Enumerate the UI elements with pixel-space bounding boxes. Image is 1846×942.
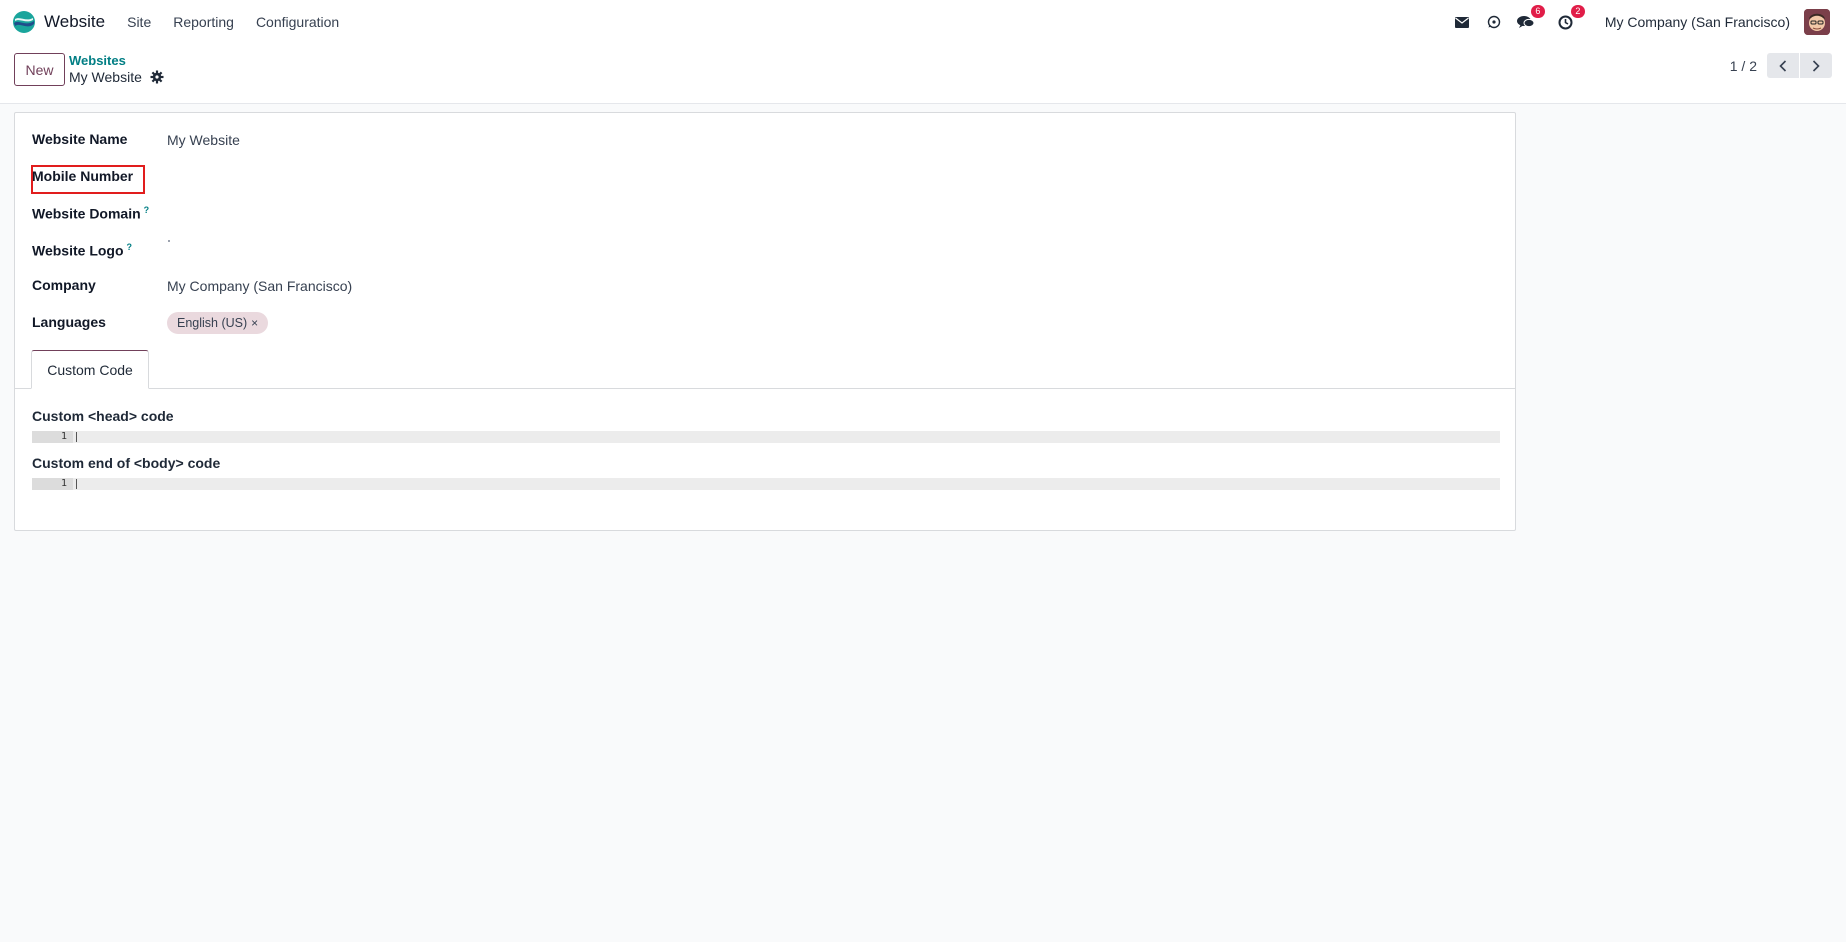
- pager-value[interactable]: 1 / 2: [1730, 58, 1757, 74]
- messages-icon[interactable]: 6: [1516, 5, 1545, 31]
- breadcrumb: Websites My Website: [69, 53, 164, 85]
- notebook-divider: [15, 388, 1515, 389]
- website-logo-label: Website Logo?: [32, 242, 132, 259]
- text-cursor: [76, 479, 77, 489]
- user-avatar[interactable]: [1804, 9, 1830, 35]
- record-title: My Website: [69, 69, 142, 85]
- help-tooltip-icon[interactable]: ?: [144, 205, 150, 215]
- menu-site[interactable]: Site: [127, 14, 151, 30]
- envelope-icon[interactable]: [1453, 13, 1471, 31]
- website-app-icon[interactable]: [12, 10, 36, 34]
- activities-badge: 2: [1570, 5, 1585, 18]
- record-pager: 1 / 2: [1730, 53, 1832, 78]
- company-input[interactable]: My Company (San Francisco): [167, 278, 352, 294]
- custom-head-code-editor[interactable]: 1: [32, 431, 1500, 443]
- company-label: Company: [32, 277, 96, 293]
- pager-previous-button[interactable]: [1767, 53, 1799, 78]
- chevron-right-icon: [1812, 59, 1820, 72]
- new-button[interactable]: New: [14, 53, 65, 86]
- tag-remove-icon[interactable]: ×: [251, 316, 258, 330]
- website-domain-label-text: Website Domain: [32, 205, 141, 222]
- help-tooltip-icon[interactable]: ?: [127, 242, 133, 252]
- form-sheet: Website Name My Website Mobile Number We…: [14, 112, 1516, 531]
- systray: 6 2 My Company (San Francisco): [1439, 0, 1830, 44]
- menu-reporting[interactable]: Reporting: [173, 14, 234, 30]
- website-name-label: Website Name: [32, 131, 128, 147]
- custom-body-code-label: Custom end of <body> code: [32, 455, 221, 471]
- languages-label: Languages: [32, 314, 106, 330]
- website-logo-image[interactable]: [168, 240, 170, 242]
- language-tag-label: English (US): [177, 316, 248, 330]
- tab-custom-code[interactable]: Custom Code: [31, 350, 149, 389]
- gear-icon[interactable]: [150, 70, 164, 84]
- line-number: 1: [32, 478, 73, 490]
- activity-clock-icon[interactable]: 2: [1557, 5, 1585, 31]
- app-name[interactable]: Website: [44, 12, 105, 32]
- menu-configuration[interactable]: Configuration: [256, 14, 339, 30]
- line-number: 1: [32, 431, 73, 443]
- text-cursor: [76, 432, 77, 442]
- language-tag: English (US) ×: [167, 312, 269, 334]
- website-domain-label: Website Domain?: [32, 205, 149, 222]
- chevron-left-icon: [1779, 59, 1787, 72]
- mobile-number-label: Mobile Number: [32, 168, 134, 184]
- custom-body-code-editor[interactable]: 1: [32, 478, 1500, 490]
- company-switcher[interactable]: My Company (San Francisco): [1605, 14, 1790, 30]
- control-panel: New Websites My Website 1 / 2: [0, 44, 1846, 104]
- whatsapp-icon[interactable]: [1485, 13, 1503, 31]
- custom-head-code-label: Custom <head> code: [32, 408, 174, 424]
- top-navbar: Website Site Reporting Configuration 6 2…: [0, 0, 1846, 44]
- website-domain-input[interactable]: [167, 205, 567, 223]
- website-logo-label-text: Website Logo: [32, 242, 124, 259]
- mobile-number-input[interactable]: [167, 168, 567, 186]
- website-name-input[interactable]: My Website: [167, 132, 240, 148]
- messages-badge: 6: [1530, 5, 1545, 18]
- breadcrumb-websites-link[interactable]: Websites: [69, 53, 164, 68]
- pager-next-button[interactable]: [1800, 53, 1832, 78]
